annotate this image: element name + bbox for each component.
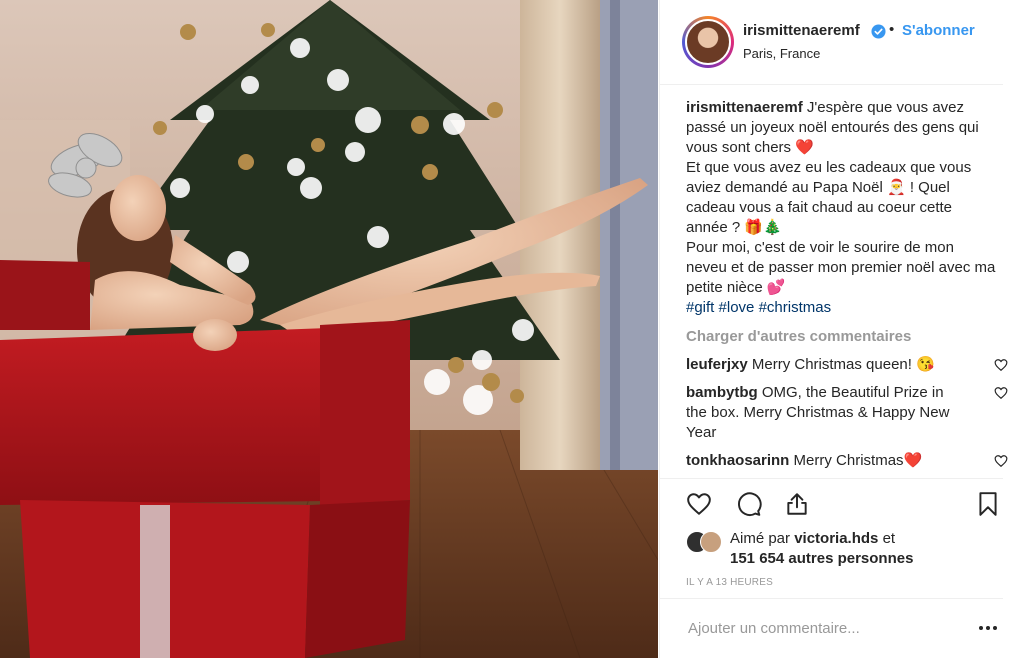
comment-item: tonkhaosarinn Merry Christmas❤️ — [686, 451, 1008, 471]
heart-icon[interactable] — [686, 491, 712, 517]
post-actions: Aimé par victoria.hds et 151 654 autres … — [660, 478, 1003, 599]
avatar[interactable] — [700, 531, 722, 553]
hashtag-link[interactable]: #christmas — [759, 299, 832, 316]
username-link[interactable]: irismittenaeremf — [743, 22, 860, 39]
bookmark-icon[interactable] — [975, 491, 1001, 517]
share-icon[interactable] — [784, 491, 810, 517]
story-ring[interactable] — [682, 16, 734, 68]
caption: irismittenaeremf J'espère que vous avez … — [686, 98, 996, 318]
comment-text: Merry Christmas❤️ — [793, 452, 923, 469]
photo-illustration — [0, 0, 658, 658]
likes-others-link[interactable]: 151 654 autres personnes — [730, 550, 913, 567]
caption-text-3: Pour moi, c'est de voir le sourire de mo… — [686, 239, 996, 296]
comment-bubble-icon[interactable] — [736, 491, 762, 517]
location-link[interactable]: Paris, France — [743, 46, 820, 61]
comment-like-heart-icon[interactable] — [994, 454, 1008, 468]
follow-button[interactable]: S'abonner — [902, 22, 975, 39]
comment-username[interactable]: bambytbg — [686, 384, 758, 401]
likes-connector: et — [882, 530, 896, 547]
avatar[interactable] — [685, 19, 731, 65]
likes-prefix: Aimé par — [730, 530, 791, 547]
post-side-panel: irismittenaeremf • S'abonner Paris, Fran… — [659, 0, 1024, 658]
comments-section: irismittenaeremf J'espère que vous avez … — [686, 98, 1008, 471]
caption-hashtags: #gift #love #christmas — [686, 298, 996, 318]
likers-avatars[interactable] — [686, 531, 726, 553]
post-header: irismittenaeremf • S'abonner Paris, Fran… — [660, 0, 1003, 85]
comment-username[interactable]: leuferjxy — [686, 356, 748, 373]
hashtag-link[interactable]: #love — [719, 299, 755, 316]
comment-username[interactable]: tonkhaosarinn — [686, 452, 789, 469]
more-dots-icon[interactable] — [978, 621, 998, 635]
caption-text-2: Et que vous avez eu les cadeaux que vous… — [686, 159, 972, 236]
hashtag-link[interactable]: #gift — [686, 299, 714, 316]
comment-item: leuferjxy Merry Christmas queen! 😘 — [686, 355, 1008, 375]
liker-username[interactable]: victoria.hds — [794, 530, 878, 547]
separator-dot: • — [889, 21, 895, 38]
comment-input[interactable] — [686, 619, 950, 638]
comment-like-heart-icon[interactable] — [994, 358, 1008, 372]
load-more-comments-button[interactable]: Charger d'autres commentaires — [686, 327, 996, 347]
comment-like-heart-icon[interactable] — [994, 386, 1008, 400]
post-photo[interactable] — [0, 0, 658, 658]
likes-summary: Aimé par victoria.hds et 151 654 autres … — [730, 529, 980, 569]
comment-item: bambytbg OMG, the Beautiful Prize in the… — [686, 383, 1008, 443]
comment-text: Merry Christmas queen! 😘 — [751, 356, 935, 373]
verified-badge-icon — [871, 24, 886, 39]
add-comment-bar — [660, 598, 1003, 659]
caption-username[interactable]: irismittenaeremf — [686, 99, 803, 116]
post-timestamp[interactable]: IL Y A 13 HEURES — [686, 577, 773, 588]
